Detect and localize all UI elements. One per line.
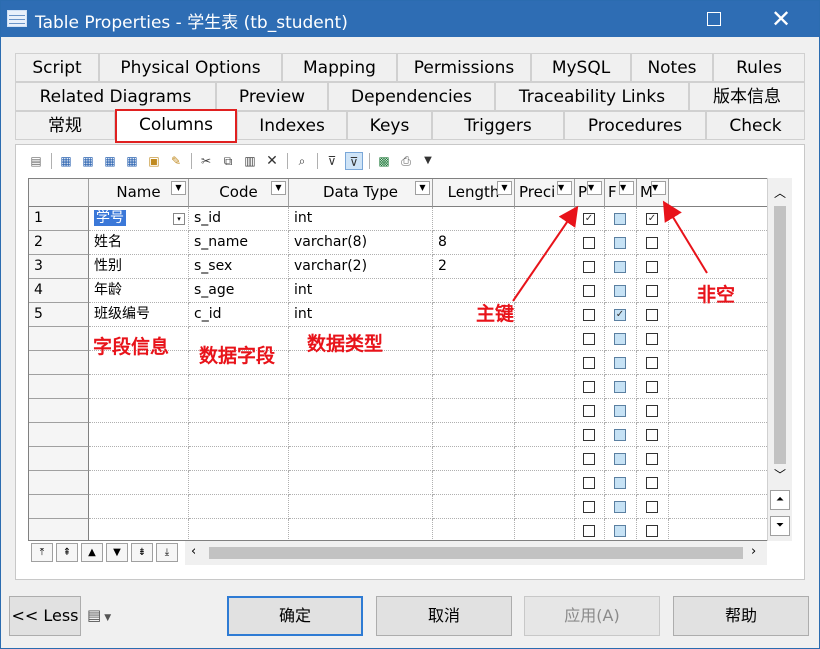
table-properties-window: Table Properties - 学生表 (tb_student) ✕ Sc… bbox=[0, 0, 820, 649]
cancel-button[interactable]: 取消 bbox=[376, 596, 512, 636]
ok-button[interactable]: 确定 bbox=[227, 596, 363, 636]
less-button[interactable]: << Less bbox=[9, 596, 81, 636]
dialog-footer: << Less ▤ ▼ 确定 取消 应用(A) 帮助 bbox=[1, 596, 819, 640]
apply-button[interactable]: 应用(A) bbox=[524, 596, 660, 636]
not-null-arrow bbox=[662, 200, 708, 274]
help-button[interactable]: 帮助 bbox=[673, 596, 809, 636]
primary-key-arrow bbox=[512, 205, 579, 302]
tab-columns[interactable]: Columns bbox=[115, 109, 237, 143]
menu-icon[interactable]: ▤ ▼ bbox=[87, 606, 111, 624]
annotation-arrows bbox=[512, 200, 708, 302]
